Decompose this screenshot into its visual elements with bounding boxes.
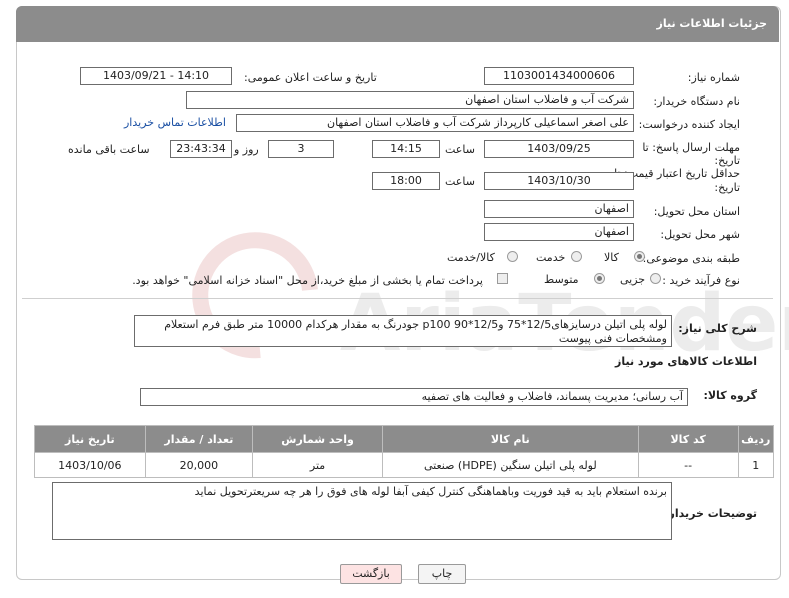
treasury-payment-note: پرداخت تمام یا بخشی از مبلغ خرید،از محل … xyxy=(132,274,483,287)
province-field: اصفهان xyxy=(484,200,634,218)
col-unit: واحد شمارش xyxy=(252,425,384,453)
goods-group-field: آب رسانی؛ مدیریت پسماند، فاضلاب و فعالیت… xyxy=(140,388,688,406)
process-medium-radio[interactable] xyxy=(594,273,605,284)
col-item-name: نام کالا xyxy=(382,425,639,453)
remaining-time-label: ساعت باقی مانده xyxy=(68,143,150,156)
process-minor-label: جزیی xyxy=(620,273,646,286)
category-service-radio[interactable] xyxy=(571,251,582,262)
col-row-number: ردیف xyxy=(737,425,775,453)
cell-quantity: 20,000 xyxy=(144,452,254,478)
announce-date-field: 1403/09/21 - 14:10 xyxy=(80,67,232,85)
category-goods-label: کالا xyxy=(604,251,619,264)
deadline-time-field: 14:15 xyxy=(372,140,440,158)
need-number-field: 1103001434000606 xyxy=(484,67,634,85)
category-goods-radio[interactable] xyxy=(634,251,645,262)
goods-group-label: گروه کالا: xyxy=(703,389,757,402)
city-label: شهر محل تحویل: xyxy=(660,228,740,241)
cell-item-name: لوله پلی اتیلن سنگین (HDPE) صنعتی xyxy=(382,452,639,478)
contact-buyer-link[interactable]: اطلاعات تماس خریدار xyxy=(124,116,226,129)
validity-time-field: 18:00 xyxy=(372,172,440,190)
province-label: استان محل تحویل: xyxy=(653,205,740,218)
print-button[interactable]: چاپ xyxy=(418,564,466,584)
category-goods-service-radio[interactable] xyxy=(507,251,518,262)
cell-item-code: -- xyxy=(637,452,739,478)
process-label: نوع فرآیند خرید : xyxy=(662,274,740,287)
announce-label: تاریخ و ساعت اعلان عمومی: xyxy=(244,71,377,84)
buyer-label: نام دستگاه خریدار: xyxy=(653,95,740,108)
process-minor-radio[interactable] xyxy=(650,273,661,284)
need-number-label: شماره نیاز: xyxy=(687,71,740,84)
buyer-field: شرکت آب و فاضلاب استان اصفهان xyxy=(186,91,634,109)
creator-label: ایجاد کننده درخواست: xyxy=(638,118,740,131)
summary-label: شرح کلی نیاز: xyxy=(678,322,757,335)
table-header-row: ردیف کد کالا نام کالا واحد شمارش تعداد /… xyxy=(34,425,775,453)
summary-textarea[interactable]: لوله پلی اتیلن درسایزهای12/5*75 و12/5*90… xyxy=(134,315,672,347)
deadline-label-date: تاریخ: xyxy=(714,154,740,167)
back-button[interactable]: بازگشت xyxy=(340,564,402,584)
goods-section-title: اطلاعات کالاهای مورد نیاز xyxy=(615,355,757,368)
treasury-payment-checkbox[interactable] xyxy=(497,273,508,284)
deadline-time-label: ساعت xyxy=(445,143,475,156)
items-table: ردیف کد کالا نام کالا واحد شمارش تعداد /… xyxy=(34,425,775,478)
buyer-notes-textarea[interactable]: برنده استعلام باید به قید فوریت وباهماهن… xyxy=(52,482,672,540)
page-title: جزئیات اطلاعات نیاز xyxy=(656,17,768,30)
table-row[interactable]: 1 -- لوله پلی اتیلن سنگین (HDPE) صنعتی م… xyxy=(34,452,775,478)
category-goods-service-label: کالا/خدمت xyxy=(447,251,495,264)
col-item-code: کد کالا xyxy=(637,425,739,453)
cell-row-number: 1 xyxy=(737,452,775,478)
deadline-label: مهلت ارسال پاسخ: تا xyxy=(642,141,740,154)
process-medium-label: متوسط xyxy=(544,273,579,286)
deadline-date-field: 1403/09/25 xyxy=(484,140,634,158)
creator-field: علی اصغر اسماعیلی کارپرداز شرکت آب و فاض… xyxy=(236,114,634,132)
cell-unit: متر xyxy=(252,452,384,478)
days-remaining-field: 3 xyxy=(268,140,334,158)
buyer-notes-label: توضیحات خریدار: xyxy=(664,507,757,520)
validity-time-label: ساعت xyxy=(445,175,475,188)
category-service-label: خدمت xyxy=(536,251,566,264)
remaining-time-field: 23:43:34 xyxy=(170,140,232,158)
validity-date-field: 1403/10/30 xyxy=(484,172,634,190)
city-field: اصفهان xyxy=(484,223,634,241)
col-quantity: تعداد / مقدار xyxy=(144,425,254,453)
days-label: روز و xyxy=(234,143,259,156)
category-label: طبقه بندی موضوعی: xyxy=(642,252,740,265)
section-divider xyxy=(22,298,773,299)
validity-label-date: تاریخ: xyxy=(714,181,740,194)
cell-need-date: 1403/10/06 xyxy=(34,452,146,478)
col-need-date: تاریخ نیاز xyxy=(34,425,146,453)
